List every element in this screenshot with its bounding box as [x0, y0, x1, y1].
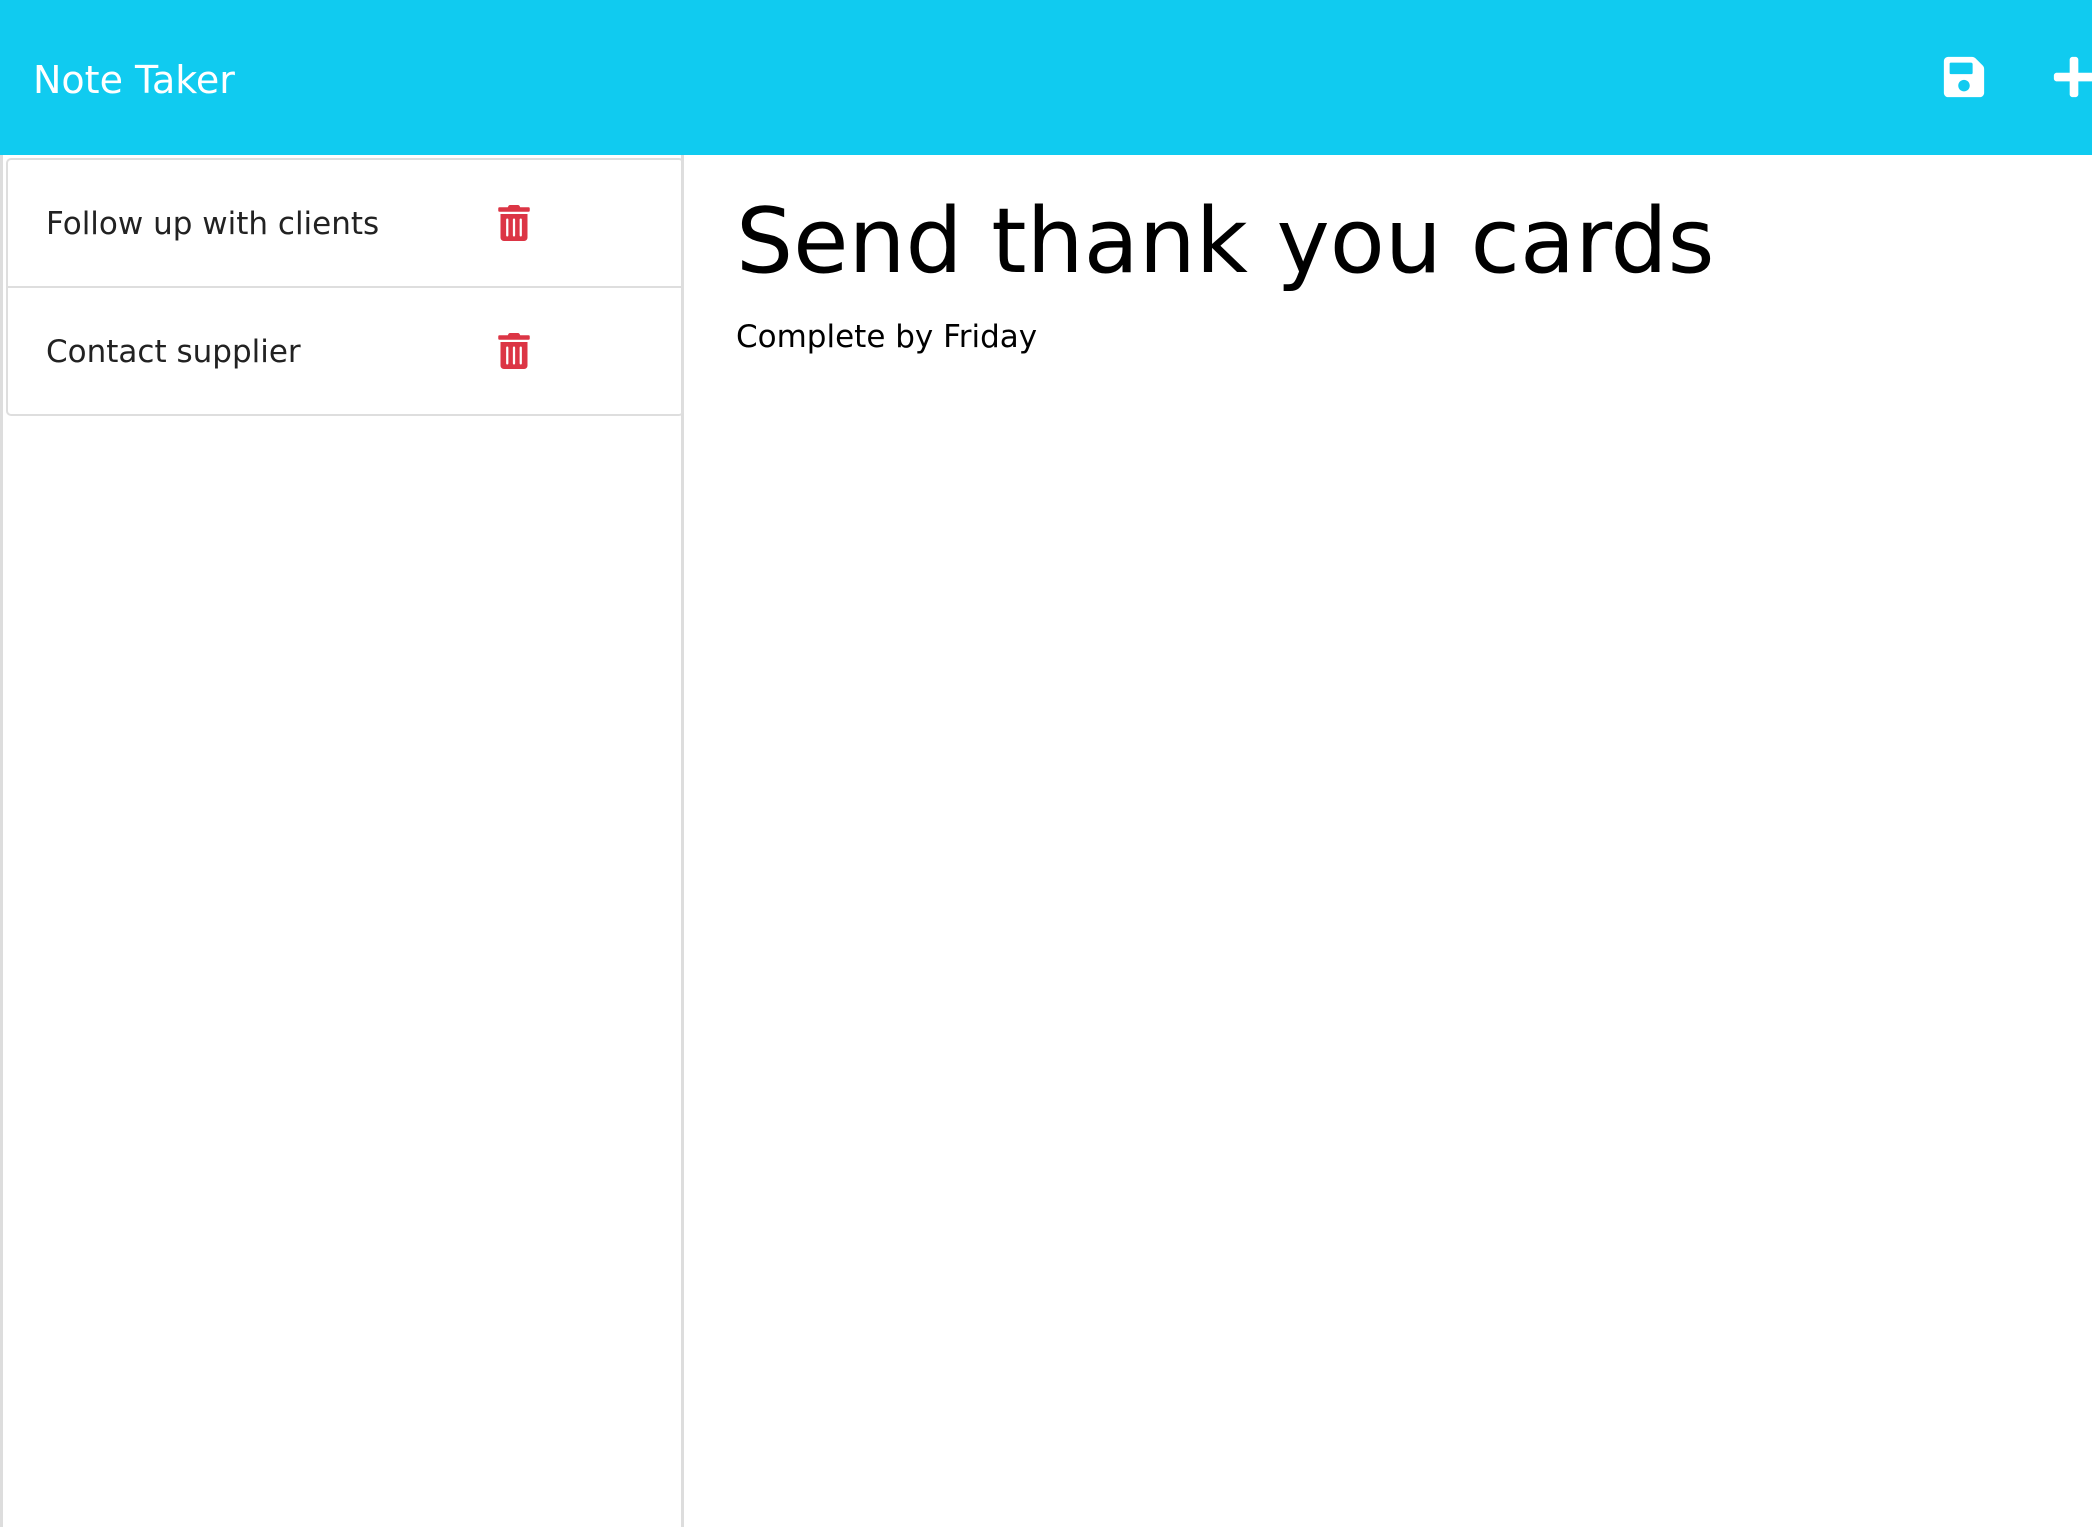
note-list-item-title: Contact supplier	[46, 334, 301, 370]
save-note-icon[interactable]	[1941, 54, 1987, 100]
app-title[interactable]: Note Taker	[33, 52, 235, 108]
note-text[interactable]: Complete by Friday	[736, 315, 1037, 359]
trash-icon[interactable]	[498, 333, 530, 369]
note-list-item[interactable]: Follow up with clients	[8, 160, 682, 288]
note-list-item[interactable]: Contact supplier	[8, 288, 682, 414]
note-title[interactable]: Send thank you cards	[736, 187, 1715, 297]
navbar: Note Taker	[0, 0, 2092, 155]
trash-icon[interactable]	[498, 205, 530, 241]
notes-sidebar: Follow up with clients Contact supplier	[0, 155, 684, 1527]
note-list: Follow up with clients Contact supplier	[6, 158, 684, 416]
note-list-item-title: Follow up with clients	[46, 206, 380, 242]
note-detail-panel: Send thank you cards Complete by Friday	[684, 155, 2092, 1538]
new-note-plus-icon[interactable]	[2051, 54, 2092, 100]
